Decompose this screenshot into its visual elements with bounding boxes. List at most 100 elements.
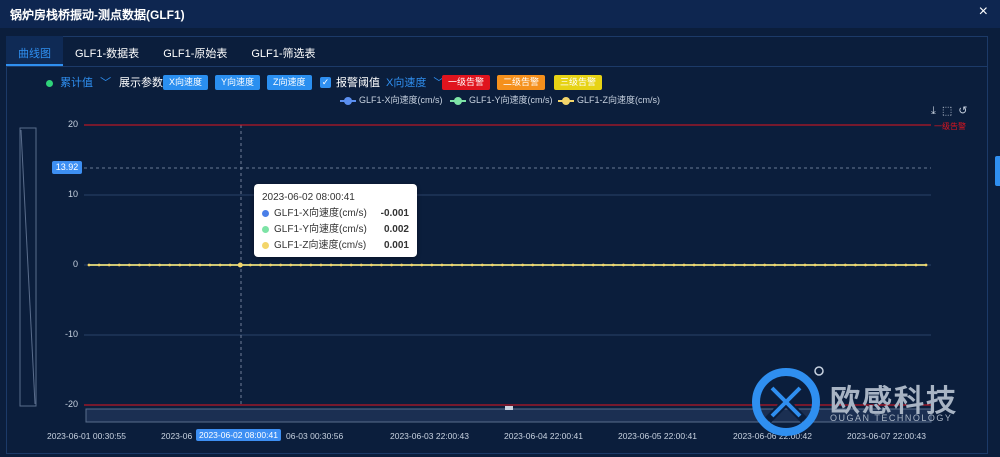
- data-point[interactable]: [117, 263, 121, 267]
- data-point[interactable]: [148, 263, 151, 267]
- data-point[interactable]: [722, 263, 726, 267]
- data-point[interactable]: [359, 263, 363, 267]
- data-point[interactable]: [692, 263, 696, 267]
- logo-subtitle: OUGAN TECHNOLOGY: [830, 413, 953, 423]
- data-point[interactable]: [884, 263, 888, 267]
- data-point[interactable]: [299, 263, 303, 267]
- tooltip-row-x-name: GLF1-X向速度(cm/s): [274, 208, 367, 219]
- y-tick-label: -10: [64, 329, 78, 339]
- data-point[interactable]: [511, 263, 514, 267]
- data-point[interactable]: [490, 263, 494, 267]
- data-point[interactable]: [339, 263, 343, 267]
- data-point[interactable]: [107, 263, 111, 267]
- data-point[interactable]: [198, 263, 202, 267]
- side-drawer-handle[interactable]: [995, 156, 1000, 186]
- data-point[interactable]: [470, 263, 474, 267]
- y-tick-label: 20: [67, 119, 78, 129]
- data-point[interactable]: [450, 263, 454, 267]
- data-point[interactable]: [501, 263, 504, 267]
- data-point[interactable]: [601, 263, 605, 267]
- data-point[interactable]: [591, 263, 595, 267]
- data-point[interactable]: [380, 263, 383, 267]
- tooltip-time: 2023-06-02 08:00:41: [262, 192, 355, 203]
- data-point[interactable]: [460, 263, 464, 267]
- data-point[interactable]: [218, 263, 222, 267]
- data-point[interactable]: [843, 263, 847, 267]
- data-point[interactable]: [622, 263, 625, 267]
- data-point[interactable]: [561, 263, 565, 267]
- data-point[interactable]: [894, 263, 898, 267]
- data-point[interactable]: [551, 263, 555, 267]
- data-point[interactable]: [237, 262, 243, 268]
- tooltip-row-x: GLF1-X向速度(cm/s) -0.001: [262, 206, 409, 222]
- data-point[interactable]: [158, 263, 161, 267]
- data-point[interactable]: [269, 263, 272, 267]
- data-point[interactable]: [127, 263, 131, 267]
- chart-tooltip: 2023-06-02 08:00:41 GLF1-X向速度(cm/s) -0.0…: [254, 184, 417, 257]
- crosshair-x-value: 2023-06-02 08:00:41: [196, 429, 281, 441]
- x-tick-label: 2023-06-04 22:00:41: [504, 431, 583, 441]
- data-point[interactable]: [581, 263, 585, 267]
- data-point[interactable]: [874, 263, 877, 267]
- data-point[interactable]: [813, 263, 817, 267]
- data-point[interactable]: [279, 263, 283, 267]
- data-point[interactable]: [611, 263, 615, 267]
- data-point[interactable]: [783, 263, 787, 267]
- data-point[interactable]: [410, 263, 414, 267]
- data-point[interactable]: [632, 263, 635, 267]
- data-point[interactable]: [208, 263, 212, 267]
- data-point[interactable]: [168, 263, 172, 267]
- data-point[interactable]: [87, 263, 91, 267]
- data-point[interactable]: [924, 263, 928, 267]
- data-point[interactable]: [329, 263, 333, 267]
- data-point[interactable]: [541, 263, 545, 267]
- data-point[interactable]: [440, 263, 444, 267]
- series-y-dot-icon: [262, 225, 269, 233]
- data-point[interactable]: [662, 263, 666, 267]
- data-point[interactable]: [904, 263, 908, 267]
- data-point[interactable]: [319, 263, 323, 267]
- x-zoom-handle[interactable]: [505, 406, 513, 410]
- data-point[interactable]: [864, 263, 867, 267]
- data-point[interactable]: [571, 263, 575, 267]
- data-point[interactable]: [309, 263, 313, 267]
- y-tick-label: -20: [64, 399, 78, 409]
- data-point[interactable]: [833, 263, 837, 267]
- data-point[interactable]: [682, 263, 686, 267]
- data-point[interactable]: [289, 263, 293, 267]
- data-point[interactable]: [188, 263, 192, 267]
- data-point[interactable]: [702, 263, 706, 267]
- data-point[interactable]: [178, 263, 182, 267]
- data-point[interactable]: [248, 263, 252, 267]
- data-point[interactable]: [97, 263, 101, 267]
- data-point[interactable]: [259, 263, 262, 267]
- data-point[interactable]: [753, 263, 756, 267]
- data-point[interactable]: [390, 263, 393, 267]
- data-point[interactable]: [712, 263, 716, 267]
- data-point[interactable]: [763, 263, 767, 267]
- data-point[interactable]: [349, 263, 353, 267]
- data-point[interactable]: [854, 263, 857, 267]
- data-point[interactable]: [823, 263, 827, 267]
- data-point[interactable]: [430, 263, 434, 267]
- data-point[interactable]: [480, 263, 484, 267]
- data-point[interactable]: [732, 263, 736, 267]
- alarm-line-label: 一级告警: [934, 122, 966, 131]
- data-point[interactable]: [642, 263, 646, 267]
- data-point[interactable]: [531, 263, 535, 267]
- data-point[interactable]: [803, 263, 807, 267]
- data-point[interactable]: [743, 263, 746, 267]
- data-point[interactable]: [672, 263, 676, 267]
- data-point[interactable]: [369, 263, 373, 267]
- data-point[interactable]: [400, 263, 404, 267]
- x-tick-label: 06-03 00:30:56: [286, 431, 344, 441]
- data-point[interactable]: [652, 263, 656, 267]
- data-point[interactable]: [914, 263, 918, 267]
- x-tick-label: 2023-06-07 22:00:43: [847, 431, 926, 441]
- data-point[interactable]: [793, 263, 797, 267]
- data-point[interactable]: [420, 263, 424, 267]
- data-point[interactable]: [228, 263, 232, 267]
- data-point[interactable]: [138, 263, 141, 267]
- data-point[interactable]: [773, 263, 777, 267]
- data-point[interactable]: [521, 263, 525, 267]
